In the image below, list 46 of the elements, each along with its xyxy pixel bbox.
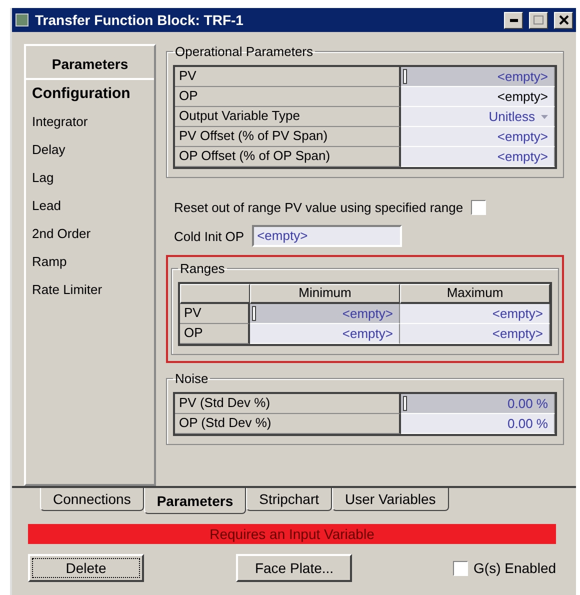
tab[interactable]: Connections (40, 488, 144, 511)
sidebar-item[interactable]: Rate Limiter (26, 276, 154, 304)
value-cell[interactable]: 0.00 % (401, 394, 555, 414)
dropdown-arrow-icon (541, 114, 548, 118)
value-cell[interactable]: <empty> (401, 87, 555, 107)
minimize-icon (510, 18, 518, 22)
sidebar-item[interactable]: 2nd Order (26, 220, 154, 248)
gs-enabled-label: G(s) Enabled (474, 560, 556, 576)
reset-option-label: Reset out of range PV value using specified range (174, 200, 464, 215)
sidebar-item[interactable]: Integrator (26, 108, 154, 136)
close-icon (558, 15, 568, 25)
tab[interactable]: Parameters (144, 488, 246, 514)
sidebar-item[interactable]: Configuration (26, 80, 154, 108)
corner-header (180, 284, 250, 304)
value-cell[interactable]: <empty> (401, 127, 555, 147)
minimize-button[interactable] (504, 12, 523, 28)
maximize-button[interactable] (529, 12, 548, 28)
group-title: Ranges (179, 261, 226, 276)
cold-init-op-label: Cold Init OP (174, 228, 244, 244)
value-cell[interactable]: <empty> (250, 324, 400, 344)
sidebar-item[interactable]: Delay (26, 136, 154, 164)
value-cell[interactable]: <empty> (401, 67, 555, 87)
value-cell[interactable]: <empty> (400, 304, 550, 324)
block-icon (15, 13, 29, 27)
sidebar-item[interactable]: Lag (26, 164, 154, 192)
group-title: Operational Parameters (174, 44, 314, 59)
value-cell[interactable]: <empty> (401, 147, 555, 167)
sidebar-item[interactable]: Ramp (26, 248, 154, 276)
status-message: Requires an Input Variable (28, 524, 556, 544)
gs-enabled-checkbox[interactable] (452, 560, 468, 576)
tab[interactable]: Stripchart (246, 488, 332, 511)
sidebar-item[interactable]: Lead (26, 192, 154, 220)
cold-init-op-field[interactable]: <empty> (252, 225, 402, 247)
value-cell[interactable]: <empty> (400, 324, 550, 344)
face-plate-button[interactable]: Face Plate... (236, 554, 352, 582)
window-title: Transfer Function Block: TRF-1 (35, 12, 244, 28)
close-button[interactable] (554, 12, 573, 28)
maximize-icon (533, 15, 544, 25)
delete-button[interactable]: Delete (28, 554, 144, 582)
sidebar-title: Parameters (26, 46, 154, 80)
value-cell[interactable]: 0.00 % (401, 414, 555, 434)
reset-checkbox[interactable] (471, 200, 486, 215)
value-cell[interactable]: <empty> (250, 304, 400, 324)
group-title: Noise (174, 371, 210, 386)
tab[interactable]: User Variables (332, 488, 449, 511)
dropdown-field[interactable]: Unitless (401, 107, 555, 127)
